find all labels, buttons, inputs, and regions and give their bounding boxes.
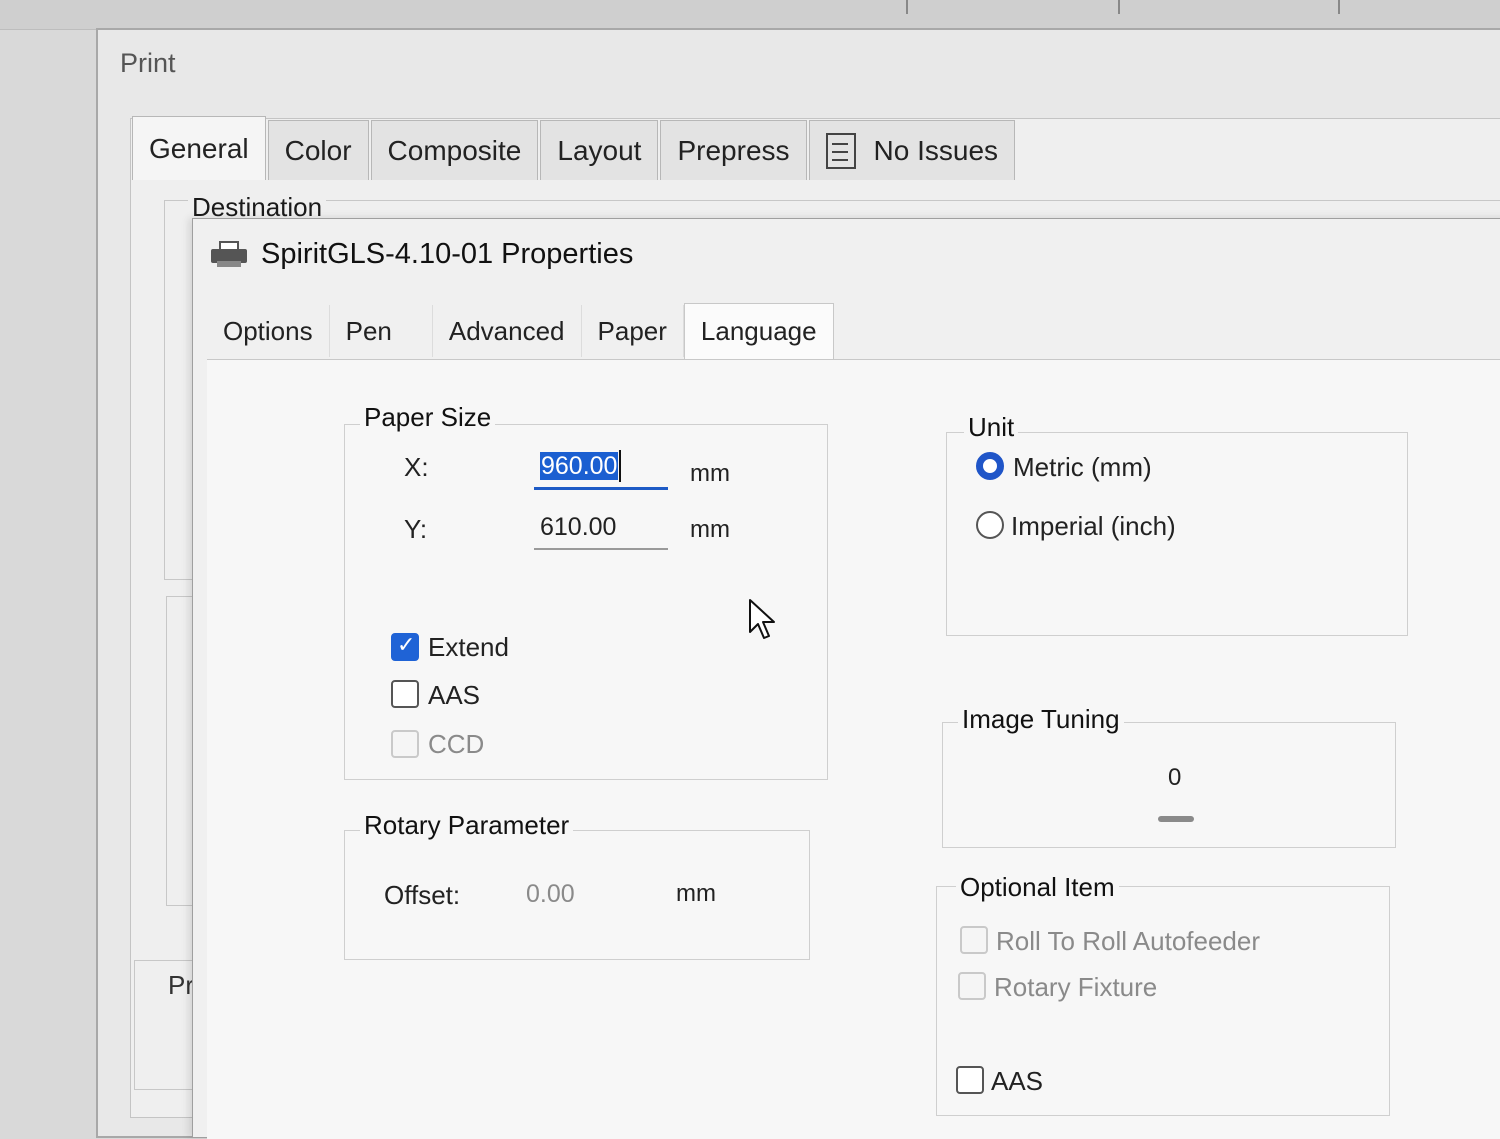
tab-language[interactable]: Language bbox=[683, 303, 834, 359]
tab-no-issues-label: No Issues bbox=[873, 134, 999, 166]
extend-checkbox[interactable] bbox=[391, 632, 419, 661]
rotary-fixture-checkbox[interactable] bbox=[958, 972, 986, 1000]
ruler-tick bbox=[906, 0, 908, 14]
offset-unit: mm bbox=[676, 880, 716, 907]
text-caret bbox=[619, 450, 621, 482]
rotary-parameter-label: Rotary Parameter bbox=[360, 810, 574, 841]
ruler-tick bbox=[1118, 0, 1120, 14]
offset-input[interactable] bbox=[520, 872, 654, 916]
unit-label: Unit bbox=[964, 412, 1019, 443]
paper-y-unit: mm bbox=[690, 516, 730, 543]
roll-to-roll-label: Roll To Roll Autofeeder bbox=[996, 926, 1261, 956]
tab-pen[interactable]: Pen bbox=[330, 305, 433, 357]
image-tuning-value: 0 bbox=[1168, 764, 1182, 791]
optional-aas-label: AAS bbox=[991, 1066, 1044, 1096]
tab-composite[interactable]: Composite bbox=[370, 120, 539, 180]
optional-aas-checkbox[interactable] bbox=[956, 1066, 984, 1094]
ruler-tick bbox=[1338, 0, 1340, 14]
metric-radio[interactable] bbox=[976, 452, 1004, 480]
tab-layout[interactable]: Layout bbox=[540, 120, 659, 180]
optional-item-label: Optional Item bbox=[956, 872, 1119, 903]
roll-to-roll-checkbox[interactable] bbox=[960, 926, 988, 954]
mouse-cursor-icon bbox=[749, 599, 775, 639]
aas-label: AAS bbox=[428, 680, 481, 710]
tab-prepress[interactable]: Prepress bbox=[660, 120, 807, 180]
tab-options[interactable]: Options bbox=[207, 305, 330, 357]
imperial-label: Imperial (inch) bbox=[1011, 511, 1176, 541]
ccd-checkbox[interactable] bbox=[391, 730, 419, 758]
aas-checkbox[interactable] bbox=[391, 680, 419, 708]
screen-top-bar bbox=[0, 0, 1500, 30]
imperial-radio[interactable] bbox=[976, 511, 1004, 539]
tab-color[interactable]: Color bbox=[267, 120, 369, 180]
tab-paper[interactable]: Paper bbox=[582, 305, 684, 357]
document-check-icon bbox=[825, 132, 856, 169]
paper-y-label: Y: bbox=[404, 514, 428, 544]
print-tab-bar: General Color Composite Layout Prepress … bbox=[132, 116, 1017, 184]
paper-x-selection: 960.00 bbox=[540, 452, 619, 480]
image-tuning-slider[interactable] bbox=[1158, 816, 1194, 822]
paper-x-unit: mm bbox=[690, 460, 730, 487]
print-partial-label: Pr bbox=[168, 970, 194, 1000]
extend-label: Extend bbox=[428, 632, 509, 662]
offset-label: Offset: bbox=[384, 880, 461, 910]
rotary-fixture-label: Rotary Fixture bbox=[994, 972, 1158, 1002]
tab-no-issues[interactable]: No Issues bbox=[808, 120, 1016, 180]
tab-general[interactable]: General bbox=[132, 116, 266, 180]
print-dialog-title: Print bbox=[120, 48, 176, 78]
tab-advanced[interactable]: Advanced bbox=[433, 305, 582, 357]
image-tuning-label: Image Tuning bbox=[958, 704, 1124, 735]
properties-titlebar: SpiritGLS-4.10-01 Properties bbox=[193, 219, 1500, 289]
properties-tab-bar: Options Pen Advanced Paper Language bbox=[207, 303, 834, 359]
properties-title: SpiritGLS-4.10-01 Properties bbox=[261, 237, 634, 270]
ccd-label: CCD bbox=[428, 729, 485, 759]
printer-icon bbox=[211, 241, 247, 267]
paper-y-input[interactable] bbox=[534, 506, 668, 550]
paper-x-label: X: bbox=[404, 452, 429, 482]
paper-size-label: Paper Size bbox=[360, 402, 496, 433]
metric-label: Metric (mm) bbox=[1013, 452, 1152, 482]
